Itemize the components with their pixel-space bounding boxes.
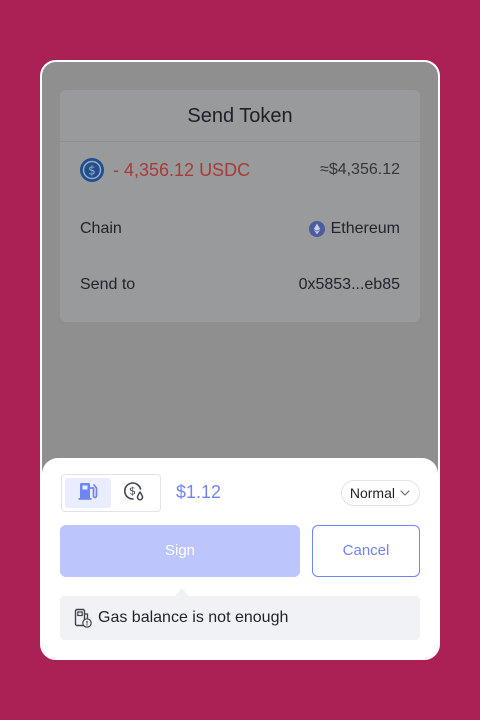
- svg-text:$: $: [129, 484, 136, 497]
- page-title: Send Token: [60, 90, 420, 142]
- gas-dollar-option[interactable]: $: [111, 478, 157, 508]
- gas-speed-label: Normal: [349, 485, 395, 501]
- fiat-value: ≈$4,356.12: [320, 161, 400, 178]
- gas-warning-text: Gas balance is not enough: [98, 609, 289, 626]
- sign-transaction-window: Send Token $ - 4,356.12 USDC ≈$4,356.12 …: [40, 60, 440, 660]
- footer-sheet: $ $1.12 Normal Sign Cancel Gas balance i…: [42, 458, 438, 658]
- send-to-row: Send to 0x5853...eb85: [80, 276, 400, 294]
- gas-warning: Gas balance is not enough: [60, 596, 420, 640]
- gas-mode-toggle: $: [61, 474, 161, 512]
- gas-price: $1.12: [176, 482, 222, 502]
- amount-value: - 4,356.12 USDC: [113, 159, 251, 180]
- warning-pointer: [175, 588, 189, 596]
- chain-value: Ethereum: [330, 220, 400, 237]
- chain-row: Chain Ethereum: [80, 220, 400, 238]
- gas-speed-select[interactable]: Normal: [340, 480, 420, 506]
- usdc-icon: $: [80, 158, 104, 182]
- chain-label: Chain: [80, 220, 122, 237]
- amount-row: $ - 4,356.12 USDC ≈$4,356.12: [80, 158, 400, 182]
- gas-warning-icon: [74, 608, 92, 628]
- svg-text:$: $: [88, 164, 96, 178]
- transaction-card: Send Token $ - 4,356.12 USDC ≈$4,356.12 …: [60, 90, 420, 322]
- ethereum-icon: [308, 221, 325, 237]
- gas-pump-icon: [76, 479, 100, 508]
- dollar-drop-icon: $: [122, 479, 146, 508]
- chevron-down-icon: [400, 490, 410, 496]
- cancel-button[interactable]: Cancel: [312, 525, 420, 577]
- send-to-address: 0x5853...eb85: [298, 276, 400, 293]
- gas-token-option[interactable]: [65, 478, 111, 508]
- send-to-label: Send to: [80, 276, 136, 293]
- sign-button[interactable]: Sign: [60, 525, 300, 577]
